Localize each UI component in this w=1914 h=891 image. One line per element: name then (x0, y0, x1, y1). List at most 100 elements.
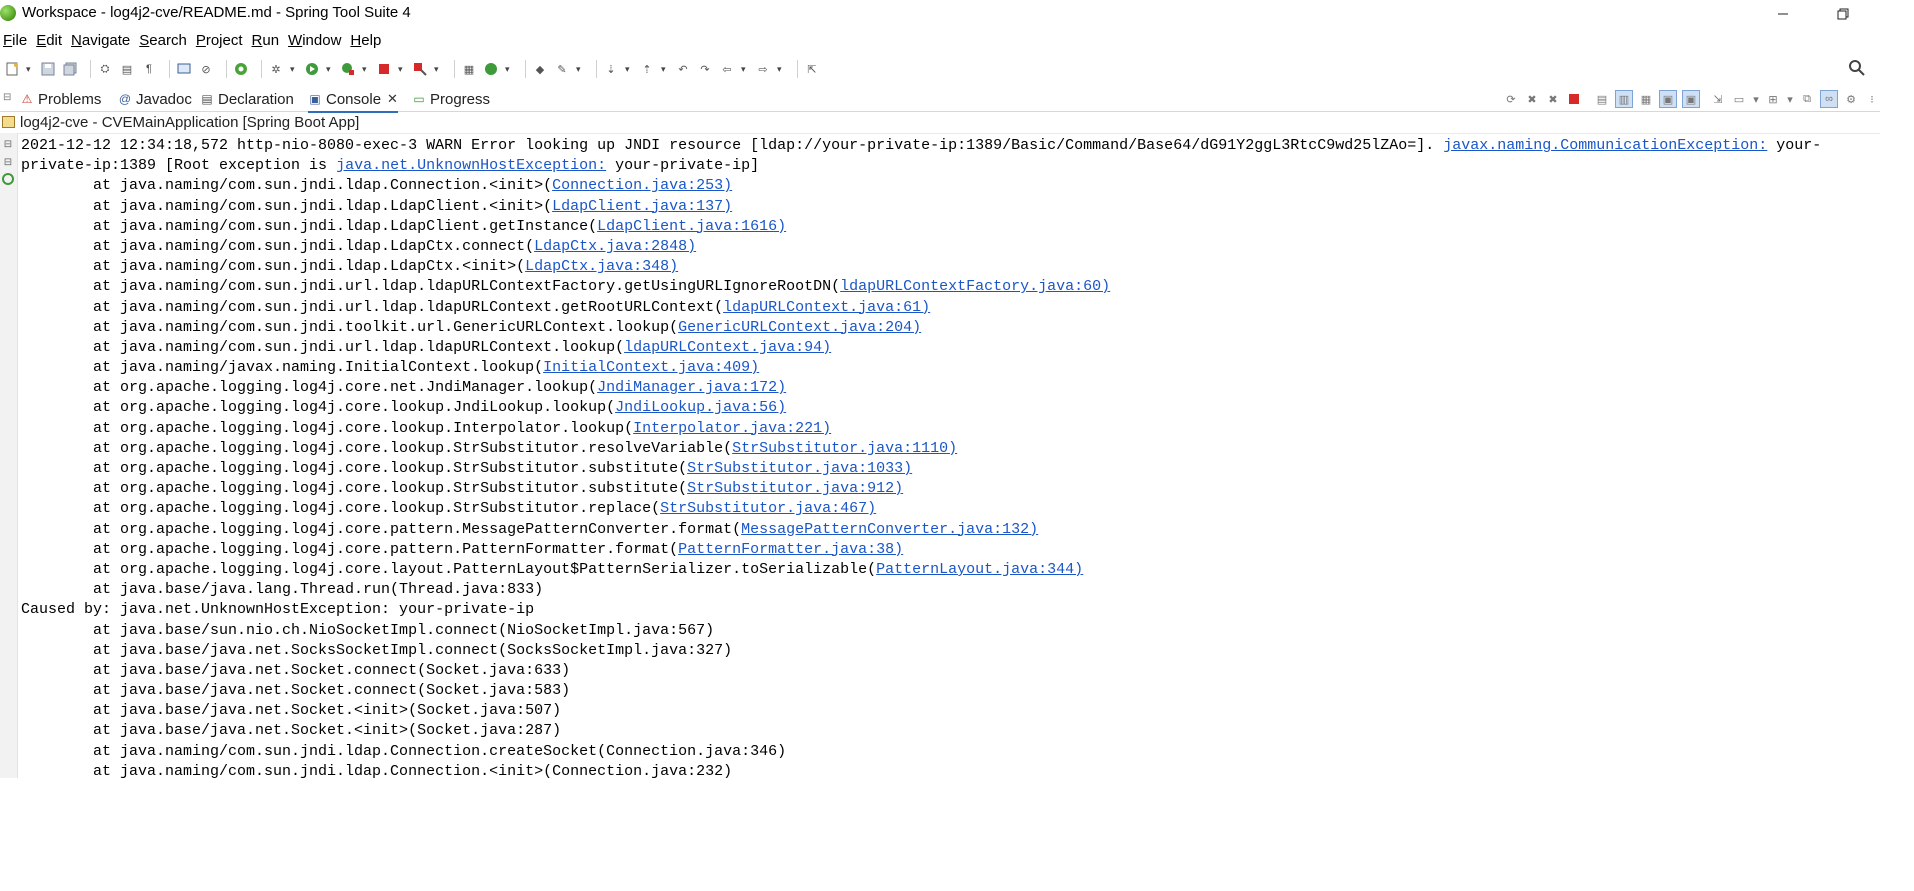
stacktrace-link[interactable]: ldapURLContext.java:61) (723, 299, 930, 316)
tab-console[interactable]: ▣ Console ✕ (308, 87, 398, 113)
external-tools-dropdown-icon[interactable]: ▾ (434, 64, 442, 75)
coverage-dropdown-icon[interactable]: ▾ (362, 64, 370, 75)
view-menu-dropdown-icon[interactable]: ⁝ (1864, 91, 1880, 107)
console-output[interactable]: 2021-12-12 12:34:18,572 http-nio-8080-ex… (21, 136, 1879, 778)
stacktrace-link[interactable]: StrSubstitutor.java:1033) (687, 460, 912, 477)
forward-dropdown-icon[interactable]: ▾ (777, 64, 785, 75)
boot-dashboard-icon[interactable] (233, 61, 249, 77)
display-console-dropdown-icon[interactable]: ▾ (1752, 91, 1760, 107)
pilcrow-icon[interactable]: ¶ (141, 61, 157, 77)
prev-annotation-icon[interactable]: ⇡ (639, 61, 655, 77)
stacktrace-link[interactable]: MessagePatternConverter.java:132) (741, 521, 1038, 538)
stacktrace-link[interactable]: javax.naming.CommunicationException: (1443, 137, 1767, 154)
tab-problems[interactable]: ⚠ Problems (20, 87, 102, 111)
menu-run[interactable]: Run (249, 29, 286, 53)
stacktrace-link[interactable]: JndiLookup.java:56) (615, 399, 786, 416)
menu-project[interactable]: Project (193, 29, 249, 53)
skip-breakpoints-icon[interactable]: ⊘ (198, 61, 214, 77)
next-annotation-icon[interactable]: ⇣ (603, 61, 619, 77)
tab-declaration[interactable]: ▤ Declaration (200, 87, 294, 111)
stacktrace-link[interactable]: LdapClient.java:1616) (597, 218, 786, 235)
show-stderr-icon[interactable]: ▣ (1682, 90, 1700, 108)
pin-editor-icon[interactable]: ⇱ (804, 61, 820, 77)
clear-console-icon[interactable]: ▤ (1594, 91, 1610, 107)
restore-button[interactable] (1820, 0, 1866, 28)
back-icon[interactable]: ⇦ (719, 61, 735, 77)
menu-bar: File Edit Navigate Search Project Run Window He… (0, 29, 387, 53)
stacktrace-link[interactable]: Connection.java:253) (552, 177, 732, 194)
run-icon[interactable] (304, 61, 320, 77)
copy-icon[interactable]: ⧉ (1799, 91, 1815, 107)
stacktrace-link[interactable]: StrSubstitutor.java:1110) (732, 440, 957, 457)
stacktrace-link[interactable]: PatternFormatter.java:38) (678, 541, 903, 558)
back-dropdown-icon[interactable]: ▾ (741, 64, 749, 75)
debug-dropdown-icon[interactable]: ▾ (290, 64, 298, 75)
stacktrace-link[interactable]: InitialContext.java:409) (543, 359, 759, 376)
remove-launch-icon[interactable]: ✖ (1524, 91, 1540, 107)
menu-search[interactable]: Search (136, 29, 193, 53)
search-tool-icon[interactable]: ✎ (554, 61, 570, 77)
toolbar-separator (525, 60, 526, 78)
stop-icon[interactable] (376, 61, 392, 77)
remove-all-launches-icon[interactable]: ✖ (1545, 91, 1561, 107)
scroll-lock-icon[interactable]: ▥ (1615, 90, 1633, 108)
search-icon[interactable] (1848, 59, 1866, 77)
build-icon[interactable]: ⛭ (97, 61, 113, 77)
next-annotation-dropdown-icon[interactable]: ▾ (625, 64, 633, 75)
stacktrace-link[interactable]: LdapCtx.java:348) (525, 258, 678, 275)
open-console-icon[interactable]: ⊞ (1765, 91, 1781, 107)
console-line: private-ip:1389 [Root exception is java.… (21, 157, 760, 175)
new-class-dropdown-icon[interactable]: ▾ (505, 64, 513, 75)
tab-label: Console (326, 90, 382, 108)
tab-javadoc[interactable]: @ Javadoc (118, 87, 192, 111)
stacktrace-link[interactable]: LdapCtx.java:2848) (534, 238, 696, 255)
stacktrace-link[interactable]: java.net.UnknownHostException: (336, 157, 606, 174)
search-dropdown-icon[interactable]: ▾ (576, 64, 584, 75)
minimize-button[interactable] (1760, 0, 1806, 28)
new-java-package-icon[interactable]: ▦ (461, 61, 477, 77)
tab-progress[interactable]: ▭ Progress (412, 87, 490, 111)
last-edit-icon[interactable]: ↶ (675, 61, 691, 77)
open-type-icon[interactable]: ◆ (532, 61, 548, 77)
external-tools-icon[interactable] (412, 61, 428, 77)
new-class-icon[interactable] (483, 61, 499, 77)
new-icon[interactable] (4, 61, 20, 77)
stacktrace-link[interactable]: GenericURLContext.java:204) (678, 319, 921, 336)
display-console-icon[interactable]: ▭ (1731, 91, 1747, 107)
menu-navigate[interactable]: Navigate (68, 29, 136, 53)
forward-icon[interactable]: ⇨ (755, 61, 771, 77)
stacktrace-link[interactable]: StrSubstitutor.java:912) (687, 480, 903, 497)
menu-file[interactable]: File (0, 29, 33, 53)
close-icon[interactable]: ✕ (387, 91, 398, 107)
view-menu-icon[interactable]: ⊟ (3, 92, 11, 103)
stop-dropdown-icon[interactable]: ▾ (398, 64, 406, 75)
stacktrace-link[interactable]: StrSubstitutor.java:467) (660, 500, 876, 517)
debug-icon[interactable]: ✲ (268, 61, 284, 77)
pin-console-icon[interactable]: ⇲ (1710, 91, 1726, 107)
stacktrace-link[interactable]: PatternLayout.java:344) (876, 561, 1083, 578)
link-icon[interactable]: ∞ (1820, 90, 1838, 108)
stacktrace-link[interactable]: JndiManager.java:172) (597, 379, 786, 396)
save-icon[interactable] (40, 61, 56, 77)
prev-annotation-dropdown-icon[interactable]: ▾ (661, 64, 669, 75)
stacktrace-link[interactable]: ldapURLContextFactory.java:60) (840, 278, 1110, 295)
menu-edit[interactable]: Edit (33, 29, 68, 53)
menu-window[interactable]: Window (285, 29, 347, 53)
menu-help[interactable]: Help (347, 29, 387, 53)
stacktrace-link[interactable]: Interpolator.java:221) (633, 420, 831, 437)
stacktrace-link[interactable]: ldapURLContext.java:94) (624, 339, 831, 356)
relaunch-icon[interactable]: ⟳ (1503, 91, 1519, 107)
open-console-dropdown-icon[interactable]: ▾ (1786, 91, 1794, 107)
word-wrap-icon[interactable]: ▦ (1638, 91, 1654, 107)
show-stdout-icon[interactable]: ▣ (1659, 90, 1677, 108)
terminal-icon[interactable] (176, 61, 192, 77)
format-icon[interactable]: ▤ (119, 61, 135, 77)
run-dropdown-icon[interactable]: ▾ (326, 64, 334, 75)
gear-icon[interactable]: ⚙ (1843, 91, 1859, 107)
save-all-icon[interactable] (62, 61, 78, 77)
coverage-icon[interactable] (340, 61, 356, 77)
forward-edit-icon[interactable]: ↷ (697, 61, 713, 77)
terminate-icon[interactable] (1566, 91, 1582, 107)
stacktrace-link[interactable]: LdapClient.java:137) (552, 198, 732, 215)
new-dropdown-icon[interactable]: ▾ (26, 64, 34, 75)
